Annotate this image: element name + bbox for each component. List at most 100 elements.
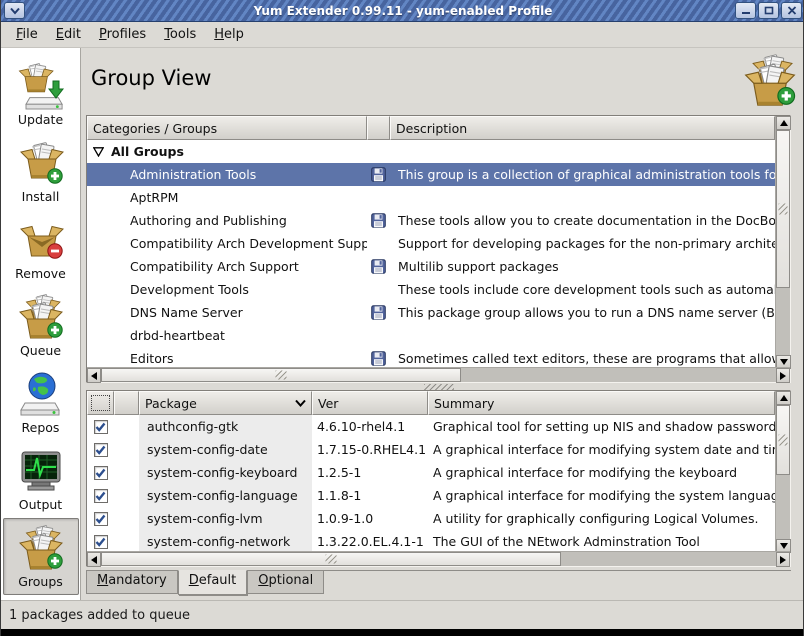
focus-rect	[91, 395, 110, 411]
scroll-right-button[interactable]	[776, 368, 790, 383]
page-title: Group View	[91, 66, 211, 90]
arrow-up-icon	[780, 116, 788, 126]
checkbox-checked[interactable]	[94, 512, 108, 526]
sidebar-item-repos[interactable]: Repos	[3, 364, 79, 441]
monitor-icon	[16, 448, 66, 496]
package-type-tabs: Mandatory Default Optional	[86, 570, 791, 596]
installed-floppy-icon	[371, 305, 386, 320]
menu-edit[interactable]: Edit	[47, 24, 90, 45]
column-header-state[interactable]	[114, 391, 139, 415]
arrow-left-icon	[87, 556, 97, 564]
sidebar-item-update[interactable]: Update	[3, 56, 79, 133]
main-content: Group View Categories / Groups Descripti…	[81, 48, 804, 600]
packages-vertical-scrollbar[interactable]	[775, 391, 790, 553]
groups-vertical-scrollbar[interactable]	[775, 116, 790, 369]
menubar: File Edit Profiles Tools Help	[1, 22, 804, 48]
scroll-thumb[interactable]	[776, 130, 790, 288]
checkbox-checked[interactable]	[94, 535, 108, 549]
tab-default[interactable]: Default	[178, 570, 248, 595]
menu-profiles[interactable]: Profiles	[90, 24, 155, 45]
scroll-thumb[interactable]	[776, 405, 790, 475]
checkbox-checked[interactable]	[94, 466, 108, 480]
check-icon	[95, 468, 106, 478]
group-row[interactable]: Compatibility Arch Support Multilib supp…	[87, 255, 775, 278]
package-row[interactable]: system-config-keyboard 1.2.5-1 A graphic…	[87, 461, 775, 484]
packages-table: Package Ver Summary authconfig-gtk 4.6.1…	[86, 390, 791, 567]
group-row[interactable]: AptRPM	[87, 186, 775, 209]
column-header-group-icon[interactable]	[367, 116, 390, 140]
groups-horizontal-scrollbar[interactable]	[87, 367, 790, 382]
installed-floppy-icon	[371, 167, 386, 182]
packages-horizontal-scrollbar[interactable]	[87, 551, 790, 566]
checkbox-checked[interactable]	[94, 443, 108, 457]
sidebar-item-queue[interactable]: Queue	[3, 287, 79, 364]
sidebar-item-label: Queue	[20, 343, 61, 358]
close-button[interactable]	[781, 2, 802, 19]
arrow-up-icon	[780, 391, 788, 401]
pane-splitter[interactable]	[86, 383, 791, 390]
column-header-description[interactable]: Description	[390, 116, 775, 140]
package-row[interactable]: system-config-date 1.7.15-0.RHEL4.1 A gr…	[87, 438, 775, 461]
group-row[interactable]: Development Tools These tools include co…	[87, 278, 775, 301]
column-header-categories[interactable]: Categories / Groups	[87, 116, 367, 140]
scroll-thumb[interactable]	[101, 552, 561, 566]
sidebar-item-output[interactable]: Output	[3, 441, 79, 518]
package-row[interactable]: system-config-network 1.3.22.0.EL.4.1-1 …	[87, 530, 775, 553]
scroll-thumb[interactable]	[101, 368, 461, 382]
groups-list: All Groups Administration Tools This gro…	[87, 140, 775, 369]
sidebar-item-label: Repos	[22, 420, 60, 435]
check-icon	[95, 422, 106, 432]
column-header-ver[interactable]: Ver	[312, 391, 428, 415]
minimize-button[interactable]	[735, 2, 756, 19]
minimize-icon	[741, 6, 751, 15]
sidebar: Update Install Remove Queue	[1, 48, 81, 600]
box-remove-icon	[16, 217, 66, 265]
checkbox-checked[interactable]	[94, 420, 108, 434]
installed-floppy-icon	[371, 351, 386, 366]
group-row[interactable]: drbd-heartbeat	[87, 324, 775, 347]
group-row[interactable]: Editors Sometimes called text editors, t…	[87, 347, 775, 369]
sidebar-item-label: Remove	[15, 266, 66, 281]
package-row[interactable]: system-config-language 1.1.8-1 A graphic…	[87, 484, 775, 507]
scroll-left-button[interactable]	[87, 368, 101, 383]
window-title: Yum Extender 0.99.11 - yum-enabled Profi…	[1, 4, 804, 18]
scroll-right-button[interactable]	[776, 552, 790, 567]
scroll-up-button[interactable]	[776, 391, 791, 405]
statusbar: 1 packages added to queue	[1, 600, 804, 629]
tab-optional[interactable]: Optional	[247, 571, 324, 594]
menu-help[interactable]: Help	[205, 24, 253, 45]
sidebar-item-groups[interactable]: Groups	[3, 518, 79, 595]
titlebar[interactable]: Yum Extender 0.99.11 - yum-enabled Profi…	[1, 0, 804, 22]
scroll-up-button[interactable]	[776, 116, 791, 130]
group-row[interactable]: DNS Name Server This package group allow…	[87, 301, 775, 324]
window-menu-button[interactable]	[4, 2, 25, 19]
group-row[interactable]: Authoring and Publishing These tools all…	[87, 209, 775, 232]
package-row[interactable]: system-config-lvm 1.0.9-1.0 A utility fo…	[87, 507, 775, 530]
globe-drive-icon	[16, 371, 66, 419]
check-icon	[95, 514, 106, 524]
sidebar-item-install[interactable]: Install	[3, 133, 79, 210]
maximize-button[interactable]	[758, 2, 779, 19]
sidebar-item-label: Output	[19, 497, 62, 512]
group-row[interactable]: All Groups	[87, 140, 775, 163]
sidebar-item-remove[interactable]: Remove	[3, 210, 79, 287]
close-icon	[787, 6, 797, 15]
box-install-icon	[16, 140, 66, 188]
group-row[interactable]: Compatibility Arch Development Support S…	[87, 232, 775, 255]
scroll-left-button[interactable]	[87, 552, 101, 567]
tab-mandatory[interactable]: Mandatory	[86, 571, 178, 594]
expander-icon[interactable]	[93, 147, 104, 157]
group-row-selected[interactable]: Administration Tools This group is a col…	[87, 163, 775, 186]
groups-table: Categories / Groups Description All Grou…	[86, 115, 791, 383]
menu-tools[interactable]: Tools	[155, 24, 205, 45]
installed-floppy-icon	[371, 213, 386, 228]
arrow-right-icon	[780, 556, 790, 564]
checkbox-checked[interactable]	[94, 489, 108, 503]
status-text: 1 packages added to queue	[9, 608, 190, 623]
column-header-checkbox[interactable]	[87, 391, 114, 415]
column-header-package[interactable]: Package	[139, 391, 312, 415]
box-groups-icon	[16, 525, 66, 573]
column-header-summary[interactable]: Summary	[428, 391, 775, 415]
package-row[interactable]: authconfig-gtk 4.6.10-rhel4.1 Graphical …	[87, 415, 775, 438]
menu-file[interactable]: File	[7, 24, 47, 45]
